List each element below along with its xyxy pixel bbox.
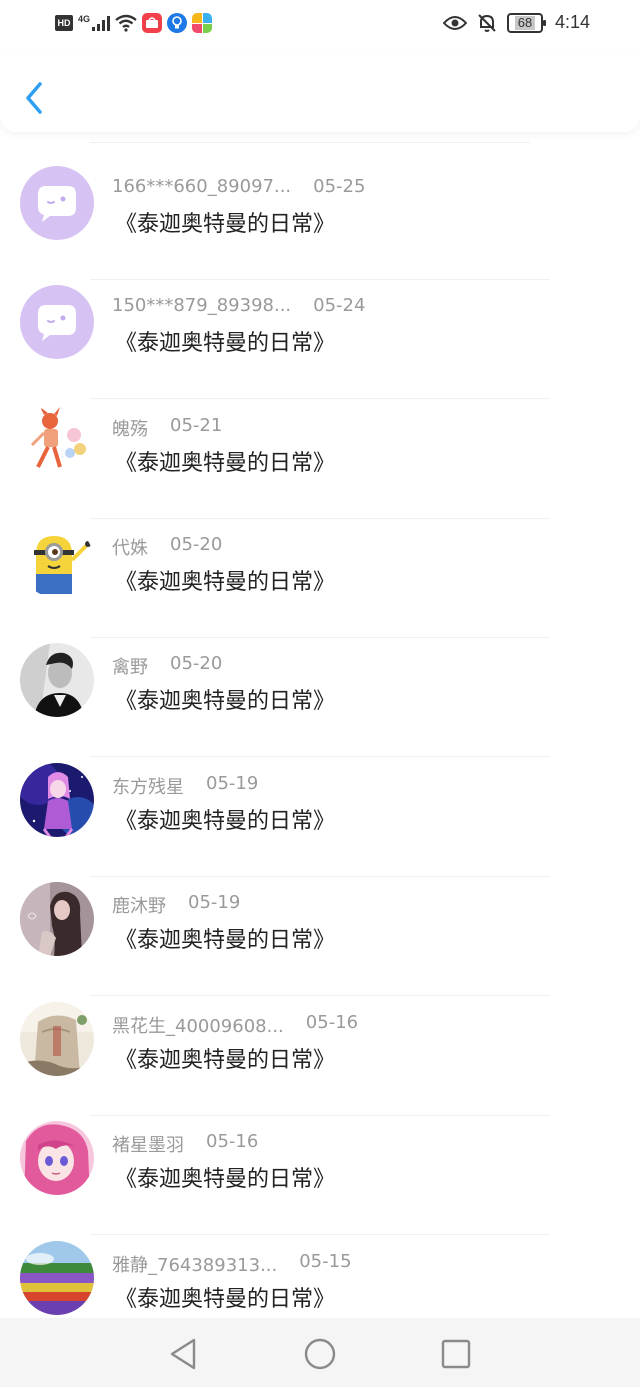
username: 黑花生_40009608... [112, 1016, 284, 1037]
avatar [20, 1121, 94, 1195]
book-title: 《泰迦奥特曼的日常》 [115, 570, 336, 595]
username: 禽野 [112, 657, 148, 678]
eye-icon [442, 15, 467, 30]
avatar [20, 763, 94, 837]
signal-icon [92, 15, 111, 31]
minion-avatar-icon [20, 524, 94, 598]
clock: 4:14 [554, 12, 590, 32]
book-title: 《泰迦奥特曼的日常》 [115, 331, 336, 356]
bulb-app-icon [167, 13, 188, 33]
list-item[interactable]: 禽野 05-20 《泰迦奥特曼的日常》 [0, 643, 640, 757]
avatar [20, 1002, 94, 1076]
book-title: 《泰迦奥特曼的日常》 [115, 689, 336, 714]
username: 雅静_764389313... [112, 1255, 278, 1276]
list-item[interactable]: 东方残星 05-19 《泰迦奥特曼的日常》 [0, 763, 640, 877]
username: 魄殇 [112, 419, 148, 440]
book-title: 《泰迦奥特曼的日常》 [115, 1167, 336, 1192]
book-title: 《泰迦奥特曼的日常》 [115, 212, 336, 237]
back-button[interactable] [18, 78, 52, 118]
network-type: 4G [78, 14, 91, 24]
divider [90, 279, 550, 280]
robot-character-avatar-icon [20, 405, 94, 479]
divider [90, 1234, 550, 1235]
avatar [20, 285, 94, 359]
date: 05-19 [206, 773, 259, 794]
divider [90, 518, 550, 519]
username: 166***660_89097... [112, 176, 292, 197]
battery-level: 68 [514, 15, 536, 30]
default-chat-avatar-icon [20, 166, 94, 240]
list-item[interactable]: 代姝 05-20 《泰迦奥特曼的日常》 [0, 524, 640, 638]
date: 05-16 [206, 1131, 259, 1152]
circle-home-icon [304, 1338, 336, 1370]
anime-girl-avatar-icon [20, 1121, 94, 1195]
date: 05-25 [313, 176, 366, 197]
book-title: 《泰迦奥特曼的日常》 [115, 1048, 336, 1073]
book-title: 《泰迦奥特曼的日常》 [115, 1287, 336, 1312]
anime-galaxy-avatar-icon [20, 763, 94, 837]
default-chat-avatar-icon [20, 285, 94, 359]
divider [90, 1115, 550, 1116]
username: 150***879_89398... [112, 295, 292, 316]
date: 05-16 [305, 1012, 359, 1033]
avatar [20, 882, 94, 956]
date: 05-20 [170, 534, 223, 555]
list-item[interactable]: 魄殇 05-21 《泰迦奥特曼的日常》 [0, 405, 640, 519]
divider [90, 398, 550, 399]
date: 05-19 [188, 892, 241, 913]
shop-app-icon [142, 13, 163, 33]
flower-field-avatar-icon [20, 1241, 94, 1315]
book-title: 《泰迦奥特曼的日常》 [115, 928, 336, 953]
avatar [20, 524, 94, 598]
chevron-left-icon [26, 82, 42, 114]
date: 05-15 [299, 1251, 352, 1272]
username: 褚星墨羽 [112, 1135, 184, 1156]
tiles-app-icon [192, 13, 213, 33]
girl-portrait-avatar-icon [20, 882, 94, 956]
avatar [20, 166, 94, 240]
system-navigation-bar [0, 1318, 640, 1387]
divider [90, 142, 530, 143]
nav-back-button[interactable] [162, 1334, 202, 1374]
avatar [20, 1241, 94, 1315]
divider [90, 995, 550, 996]
date: 05-24 [313, 295, 366, 316]
nav-recents-button[interactable] [436, 1334, 476, 1374]
username: 代姝 [112, 538, 148, 559]
divider [90, 756, 550, 757]
avatar [20, 643, 94, 717]
square-recents-icon [441, 1339, 471, 1369]
wifi-icon [115, 14, 137, 32]
bell-muted-icon [478, 13, 496, 32]
avatar [20, 405, 94, 479]
book-title: 《泰迦奥特曼的日常》 [115, 809, 336, 834]
man-portrait-avatar-icon [20, 643, 94, 717]
divider [90, 637, 550, 638]
hd-badge: HD [55, 15, 73, 31]
username: 东方残星 [112, 777, 184, 798]
battery-icon: 68 [506, 12, 546, 33]
status-bar: HD 4G 68 4:14 [0, 0, 640, 52]
divider [90, 876, 550, 877]
date: 05-21 [170, 415, 223, 436]
stone-sign-avatar-icon [20, 1002, 94, 1076]
list-item[interactable]: 166***660_89097... 05-25 《泰迦奥特曼的日常》 [0, 166, 640, 280]
header-bar [0, 52, 640, 132]
triangle-back-icon [170, 1338, 196, 1370]
book-title: 《泰迦奥特曼的日常》 [115, 451, 336, 476]
username: 鹿沐野 [112, 896, 166, 917]
list-item[interactable]: 褚星墨羽 05-16 《泰迦奥特曼的日常》 [0, 1121, 640, 1235]
list-item[interactable]: 150***879_89398... 05-24 《泰迦奥特曼的日常》 [0, 285, 640, 399]
list-item[interactable]: 黑花生_40009608... 05-16 《泰迦奥特曼的日常》 [0, 1002, 640, 1116]
nav-home-button[interactable] [300, 1334, 340, 1374]
date: 05-20 [170, 653, 223, 674]
list-item[interactable]: 鹿沐野 05-19 《泰迦奥特曼的日常》 [0, 882, 640, 996]
